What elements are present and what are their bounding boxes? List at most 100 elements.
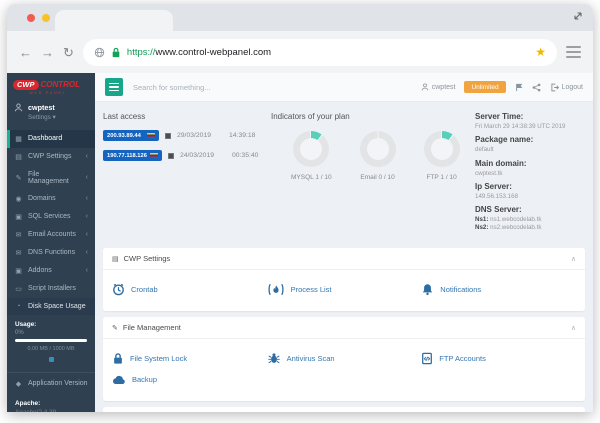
sidebar-item-script-installers[interactable]: ▭ Script Installers <box>7 280 95 298</box>
gauges-row: MYSQL 1 / 10 Email 0 / 10 FTP 1 / 10 <box>271 131 475 181</box>
chevron-left-icon: ‹ <box>86 174 88 181</box>
sidebar-item-addons[interactable]: ▣ Addons ‹ <box>7 262 95 280</box>
last-access-row: 200.93.89.44 29/03/2019 14:39:18 <box>103 130 271 141</box>
address-bar[interactable]: https://www.control-webpanel.com ★ <box>83 39 557 66</box>
sidebar-settings-link[interactable]: Settings ▾ <box>28 114 56 121</box>
collapse-icon[interactable]: ∧ <box>571 324 576 332</box>
crontab-link[interactable]: Crontab <box>112 283 267 296</box>
panel-title: File Management <box>123 323 181 332</box>
notifications-link[interactable]: Notifications <box>421 283 576 296</box>
lock-icon <box>111 47 121 58</box>
chevron-left-icon: ‹ <box>86 195 88 202</box>
panel-header: ✎ File Management ∧ <box>103 317 585 339</box>
user-icon <box>14 103 23 112</box>
apache-label: Apache: <box>15 400 87 407</box>
sidebar-item-disk-space-usage[interactable]: ◔ Disk Space Usage <box>7 298 95 315</box>
flag-icon[interactable] <box>515 83 523 92</box>
sidebar-item-sql-services[interactable]: ▣ SQL Services ‹ <box>7 208 95 226</box>
antivirus-scan-link[interactable]: Antivirus Scan <box>267 352 422 365</box>
file-system-lock-link[interactable]: File System Lock <box>112 352 267 365</box>
email-gauge: Email 0 / 10 <box>360 131 396 181</box>
browser-tab[interactable] <box>55 10 173 31</box>
last-access-title: Last access <box>103 112 271 121</box>
monitor-icon: ▭ <box>14 285 23 293</box>
plan-indicators-section: Indicators of your plan MYSQL 1 / 10 Ema… <box>271 112 475 236</box>
sidebar-item-file-management[interactable]: ✎ File Management ‹ <box>7 166 95 190</box>
venezuela-flag-icon <box>150 153 158 158</box>
share-icon[interactable] <box>532 83 541 92</box>
dashboard-summary-row: Last access 200.93.89.44 29/03/2019 14:3… <box>103 112 585 236</box>
usage-refresh-icon[interactable] <box>49 357 54 362</box>
globe-icon <box>94 47 105 58</box>
caret-down-icon: ▾ <box>53 114 56 121</box>
usage-detail: 0.00 MB / 1000 MB <box>15 346 87 352</box>
url-host: www.control-webpanel.com <box>155 47 271 58</box>
panel-cwp-settings: ▤ CWP Settings ∧ Crontab Process List <box>103 248 585 311</box>
close-button[interactable] <box>27 14 35 22</box>
chevron-left-icon: ‹ <box>86 153 88 160</box>
ftp-accounts-link[interactable]: FTP Accounts <box>421 352 576 365</box>
cwp-app: CWP CONTROL WEB PANEL cwptest Settings ▾… <box>7 73 593 412</box>
ip-badge: 200.93.89.44 <box>103 130 159 141</box>
forward-icon[interactable]: → <box>41 46 54 59</box>
panel-body: Crontab Process List Notifications <box>103 270 585 311</box>
donut-chart <box>293 131 329 167</box>
last-access-row: 190.77.118.126 24/03/2019 00:35:40 <box>103 150 271 161</box>
chevron-left-icon: ‹ <box>86 249 88 256</box>
mysql-gauge: MYSQL 1 / 10 <box>291 131 332 181</box>
cloud-icon <box>112 373 126 386</box>
access-date: 24/03/2019 <box>180 152 226 159</box>
logout-button[interactable]: Logout <box>550 83 583 92</box>
sidebar-item-dashboard[interactable]: ▦ Dashboard <box>7 130 95 148</box>
mail-icon: ✉ <box>14 231 23 239</box>
sidebar-nav: ▦ Dashboard ▤ CWP Settings ‹ ✎ File Mana… <box>7 130 95 315</box>
browser-menu-icon[interactable] <box>566 46 581 58</box>
globe-icon: ◉ <box>14 195 23 203</box>
indicators-title: Indicators of your plan <box>271 112 475 121</box>
back-icon[interactable]: ← <box>19 46 32 59</box>
chevron-left-icon: ‹ <box>86 231 88 238</box>
reload-icon[interactable]: ↻ <box>63 46 74 59</box>
database-icon: ▣ <box>14 267 23 275</box>
plan-badge: Unlimited <box>464 81 505 93</box>
cwp-logo-title: CONTROL <box>40 80 80 89</box>
collapse-icon[interactable]: ∧ <box>571 255 576 263</box>
donut-chart <box>360 131 396 167</box>
backup-link[interactable]: Backup <box>112 373 267 386</box>
user-icon <box>421 83 429 91</box>
usage-percent: 0% <box>15 330 87 336</box>
ip-server: Ip Server: 149.56.153.168 <box>475 182 585 201</box>
host-icon <box>165 133 171 139</box>
sidebar-item-domains[interactable]: ◉ Domains ‹ <box>7 190 95 208</box>
url-scheme: https:// <box>127 47 156 58</box>
sidebar-item-cwp-settings[interactable]: ▤ CWP Settings ‹ <box>7 148 95 166</box>
apache-version-block: Apache: Apache/2.4.39 PHP: <box>7 393 95 412</box>
topbar-user[interactable]: cwptest <box>421 83 456 91</box>
bell-icon <box>421 283 434 296</box>
panel-title: CWP Settings <box>124 254 171 263</box>
bookmark-star-icon[interactable]: ★ <box>535 45 546 59</box>
sidebar-item-dns-functions[interactable]: ✉ DNS Functions ‹ <box>7 244 95 262</box>
host-icon <box>168 153 174 159</box>
sidebar-toggle-button[interactable] <box>105 78 123 96</box>
panel-domains: ◉ Domains ∧ <box>103 407 585 412</box>
minimize-button[interactable] <box>42 14 50 22</box>
usage-label: Usage: <box>15 321 87 328</box>
dns-server: DNS Server: Ns1: ns1.webcodelab.tk Ns2: … <box>475 205 585 232</box>
process-list-link[interactable]: Process List <box>267 283 422 296</box>
mail-icon: ✉ <box>14 249 23 257</box>
browser-toolbar: ← → ↻ https://www.control-webpanel.com ★ <box>7 31 593 73</box>
usage-progress-bar <box>15 339 87 342</box>
code-file-icon <box>421 352 433 365</box>
edit-icon: ✎ <box>14 174 23 182</box>
sidebar-item-application-version[interactable]: ◆ Application Version <box>7 375 95 393</box>
sidebar-item-email-accounts[interactable]: ✉ Email Accounts ‹ <box>7 226 95 244</box>
browser-window: ← → ↻ https://www.control-webpanel.com ★… <box>7 4 593 412</box>
app-topbar: cwptest Unlimited Logout <box>95 73 593 102</box>
flame-icon <box>267 283 285 296</box>
server-info-section: Server Time: Fri March 29 14:38:39 UTC 2… <box>475 112 585 236</box>
search-input[interactable] <box>131 82 413 93</box>
fullscreen-icon[interactable] <box>573 11 583 21</box>
cwp-logo: CWP CONTROL WEB PANEL <box>7 73 95 99</box>
browser-tabstrip <box>7 4 593 31</box>
